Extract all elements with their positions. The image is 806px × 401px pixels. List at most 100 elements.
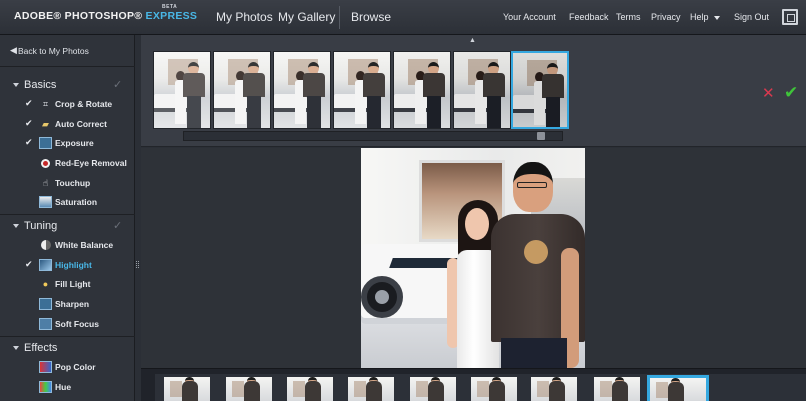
tool-label: Red-Eye Removal — [55, 158, 127, 168]
brand-name: ADOBE® PHOTOSHOP® — [14, 10, 143, 22]
section-title: Tuning — [24, 220, 58, 232]
tool-label: Highlight — [55, 260, 92, 270]
check-icon: ✔ — [25, 98, 33, 108]
beta-badge: BETA — [162, 4, 178, 10]
collapse-triangle-icon — [13, 346, 19, 350]
section-basics[interactable]: Basics ✓ — [0, 79, 135, 93]
gallery-thumb[interactable] — [531, 377, 577, 401]
tool-red-eye-removal[interactable]: Red-Eye Removal — [0, 156, 135, 172]
nav-terms[interactable]: Terms — [616, 12, 641, 22]
brand-express: EXPRESS — [145, 10, 198, 22]
collapse-strip-icon[interactable]: ▲ — [469, 37, 476, 44]
nav-help[interactable]: Help — [690, 12, 720, 22]
soft-focus-icon — [39, 318, 52, 330]
gallery-thumb[interactable] — [226, 377, 272, 401]
tool-highlight[interactable]: ✔ Highlight — [0, 258, 135, 274]
back-arrow-icon: ◀ — [10, 45, 17, 55]
gallery-thumb[interactable] — [410, 377, 456, 401]
tool-exposure[interactable]: ✔ Exposure — [0, 136, 135, 152]
sidebar-divider — [0, 66, 135, 67]
tool-label: Auto Correct — [55, 119, 107, 129]
nav-privacy[interactable]: Privacy — [651, 12, 681, 22]
tool-white-balance[interactable]: White Balance — [0, 238, 135, 254]
gallery-thumb[interactable] — [164, 377, 210, 401]
variation-thumb[interactable] — [393, 51, 451, 129]
tool-pop-color[interactable]: Pop Color — [0, 360, 135, 376]
nav-sign-out[interactable]: Sign Out — [734, 12, 769, 22]
sidebar-divider — [0, 336, 135, 337]
tool-hue[interactable]: Hue — [0, 380, 135, 396]
collapse-triangle-icon — [13, 224, 19, 228]
photo-editor: ADOBE® PHOTOSHOP® EXPRESS BETA My Photos… — [0, 0, 806, 401]
tool-label: Exposure — [55, 138, 94, 148]
tool-soft-focus[interactable]: Soft Focus — [0, 317, 135, 333]
section-check-icon: ✓ — [113, 79, 123, 91]
section-check-icon: ✓ — [113, 220, 123, 232]
splitter-grip-icon[interactable] — [136, 261, 139, 268]
gallery-thumb[interactable] — [471, 377, 517, 401]
section-tuning[interactable]: Tuning ✓ — [0, 220, 135, 234]
highlight-icon — [39, 259, 52, 271]
variation-thumb-selected[interactable] — [511, 51, 569, 129]
cancel-button[interactable]: ✕ — [762, 86, 775, 102]
variation-thumb[interactable] — [153, 51, 211, 129]
variation-thumb[interactable] — [213, 51, 271, 129]
back-to-my-photos-link[interactable]: Back to My Photos — [18, 46, 89, 56]
gallery-thumb[interactable] — [348, 377, 394, 401]
hand-icon: ☝ — [42, 178, 49, 188]
check-icon: ✔ — [25, 137, 33, 147]
hue-icon — [39, 381, 52, 393]
gallery-thumb-selected[interactable] — [647, 375, 709, 401]
nav-divider — [339, 6, 340, 29]
tool-label: White Balance — [55, 240, 114, 250]
tool-sharpen[interactable]: Sharpen — [0, 297, 135, 313]
nav-feedback[interactable]: Feedback — [569, 12, 609, 22]
tool-saturation[interactable]: Saturation — [0, 195, 135, 211]
exposure-icon — [39, 137, 52, 149]
tool-crop-rotate[interactable]: ✔ ⌗ Crop & Rotate — [0, 97, 135, 113]
variations-slider-handle[interactable] — [537, 132, 545, 140]
check-icon: ✔ — [25, 118, 33, 128]
main-photo — [361, 148, 585, 368]
magic-wand-icon: ▰ — [42, 119, 49, 129]
nav-your-account[interactable]: Your Account — [503, 12, 556, 22]
crop-icon: ⌗ — [42, 99, 49, 109]
variation-thumb[interactable] — [273, 51, 331, 129]
tool-label: Hue — [55, 382, 72, 392]
nav-help-label: Help — [690, 12, 709, 22]
tool-touchup[interactable]: ☝ Touchup — [0, 176, 135, 192]
tool-label: Soft Focus — [55, 319, 99, 329]
variation-thumb[interactable] — [453, 51, 511, 129]
variations-slider-track[interactable] — [183, 131, 563, 141]
tool-label: Crop & Rotate — [55, 99, 113, 109]
app-logo[interactable]: ADOBE® PHOTOSHOP® EXPRESS BETA — [14, 4, 198, 22]
white-balance-icon — [41, 240, 51, 250]
chevron-down-icon — [713, 15, 720, 20]
tool-fill-light[interactable]: ● Fill Light — [0, 277, 135, 293]
nav-browse[interactable]: Browse — [351, 10, 391, 24]
variation-thumb[interactable] — [333, 51, 391, 129]
tool-label: Touchup — [55, 178, 91, 188]
section-title: Effects — [24, 342, 58, 354]
red-eye-icon — [41, 159, 50, 168]
sharpen-icon — [39, 298, 52, 310]
pop-color-icon — [39, 361, 52, 373]
gallery-thumb[interactable] — [287, 377, 333, 401]
apply-button[interactable]: ✔ — [784, 84, 798, 102]
nav-my-gallery[interactable]: My Gallery — [278, 10, 335, 24]
fullscreen-icon[interactable] — [782, 9, 798, 25]
tool-auto-correct[interactable]: ✔ ▰ Auto Correct — [0, 117, 135, 133]
tool-label: Saturation — [55, 197, 98, 207]
check-icon: ✔ — [25, 259, 33, 269]
sidebar-divider — [0, 214, 135, 215]
collapse-triangle-icon — [13, 83, 19, 87]
section-effects[interactable]: Effects — [0, 342, 135, 356]
section-title: Basics — [24, 79, 57, 91]
tools-sidebar: ◀ Back to My Photos Basics ✓ ✔ ⌗ Crop & … — [0, 35, 135, 401]
gallery-thumb[interactable] — [594, 377, 640, 401]
light-bulb-icon: ● — [42, 279, 49, 289]
tool-label: Fill Light — [55, 279, 91, 289]
tool-label: Pop Color — [55, 362, 96, 372]
saturation-icon — [39, 196, 52, 208]
nav-my-photos[interactable]: My Photos — [216, 10, 273, 24]
